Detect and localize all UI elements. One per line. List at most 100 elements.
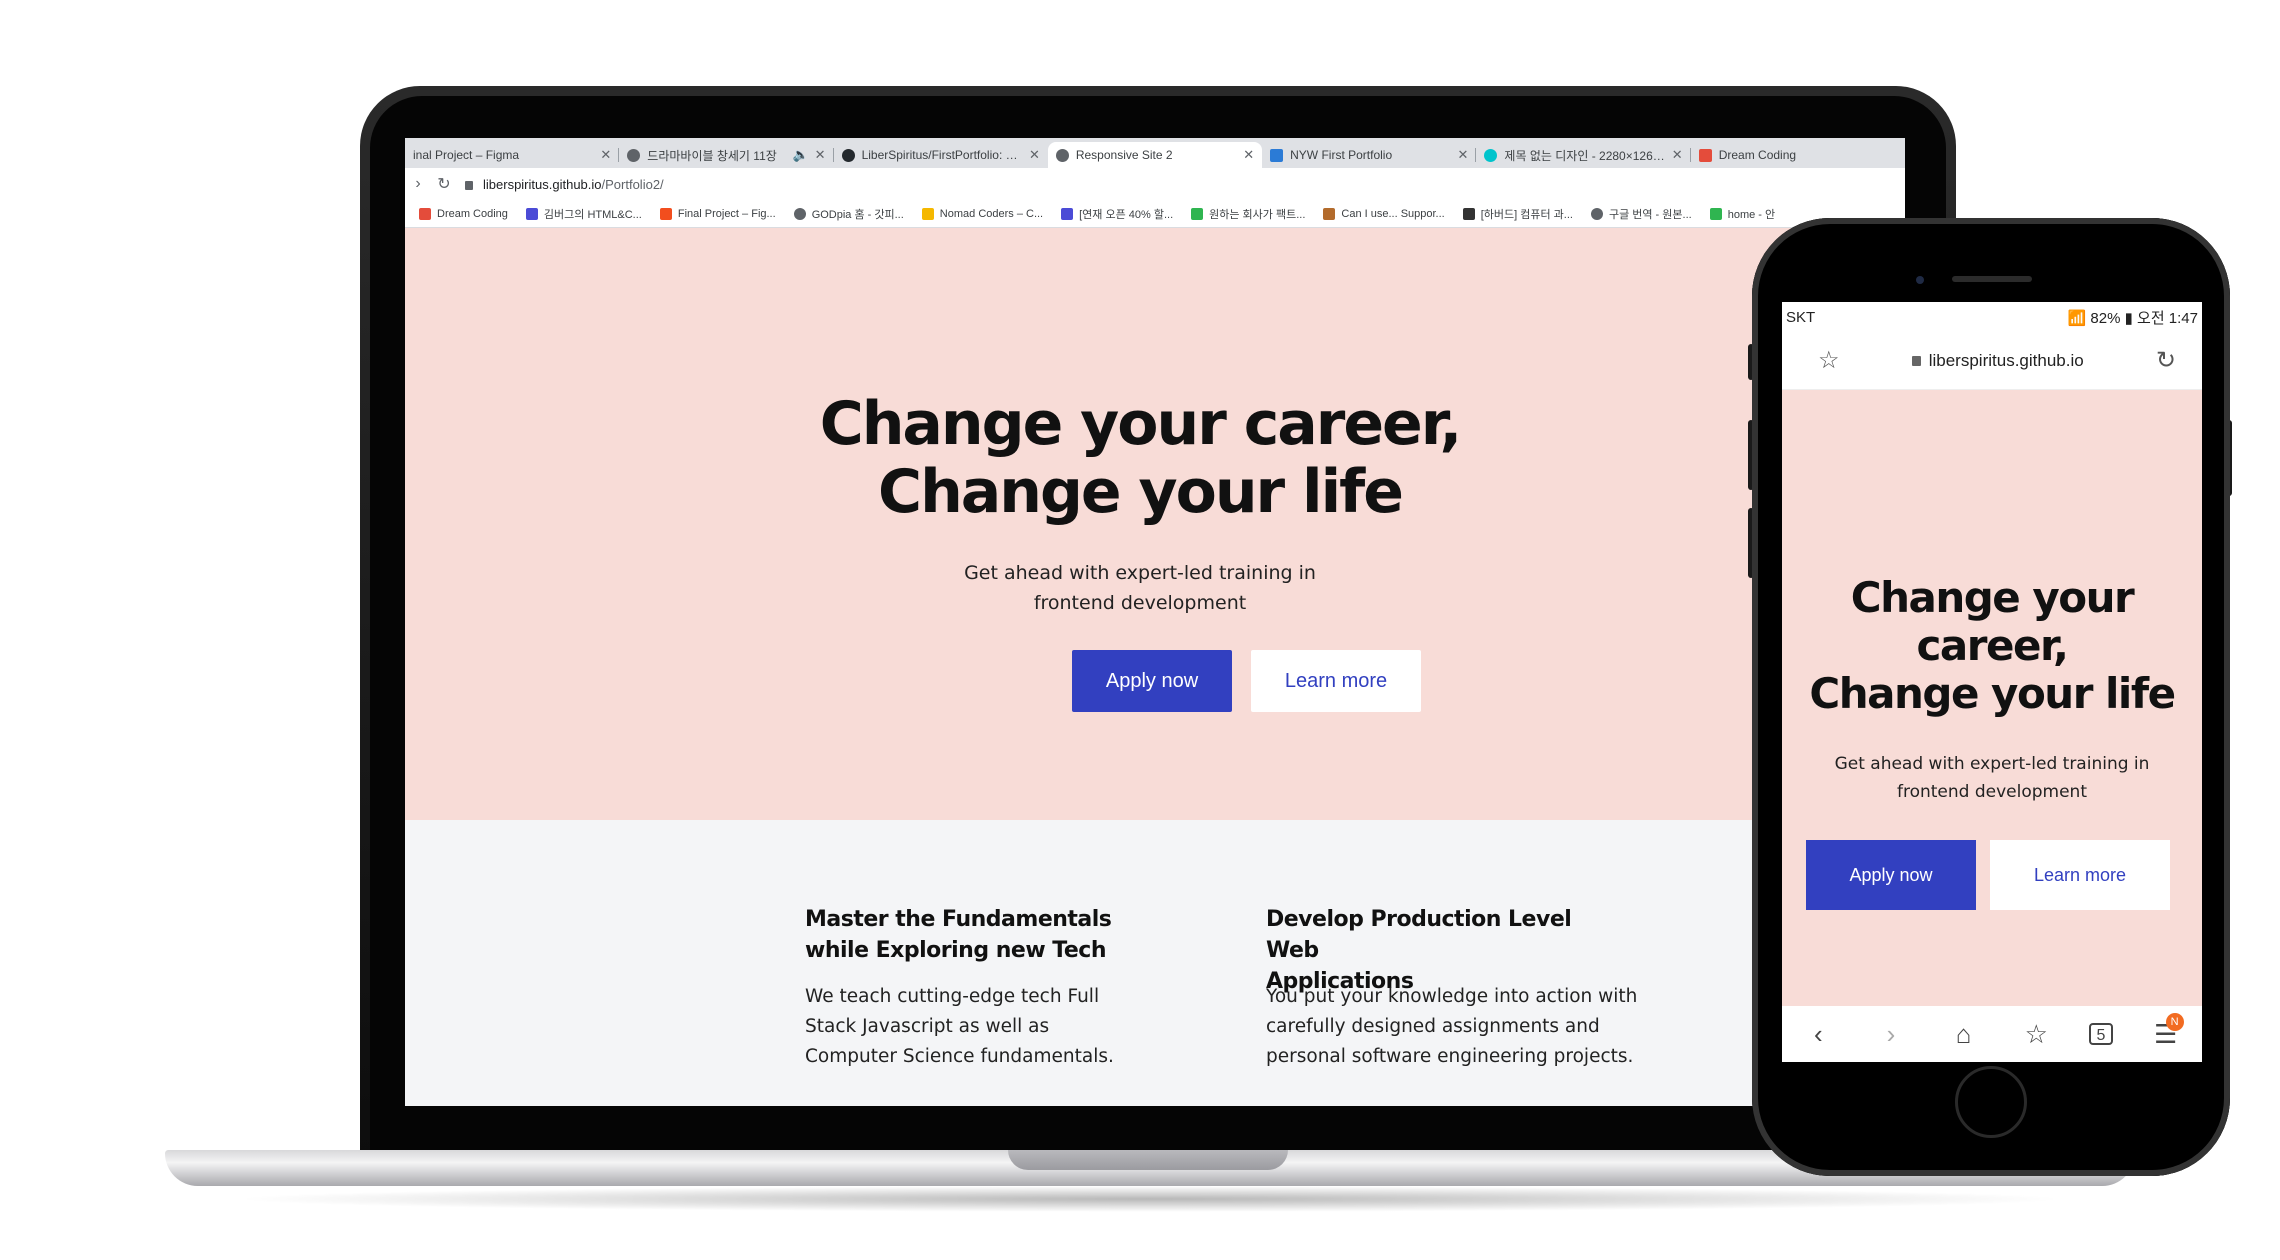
bookmark-label: GODpia 홈 - 갓피... [811, 208, 904, 221]
feature-desc-line: personal software engineering projects. [1266, 1046, 1634, 1067]
laptop-notch [1008, 1150, 1288, 1170]
tab-title: inal Project – Figma [413, 148, 520, 162]
status-right: 📶 82% ▮ 오전 1:47 [2068, 307, 2198, 328]
mobile-apply-now-button[interactable]: Apply now [1806, 840, 1976, 910]
bookmark-star-icon[interactable]: ☆ [2016, 1019, 2056, 1050]
browser-tab-strip: inal Project – Figma ✕ 드라마바이블 창세기 11장 🔈 … [405, 138, 1905, 168]
laptop-screen: inal Project – Figma ✕ 드라마바이블 창세기 11장 🔈 … [405, 138, 1905, 1106]
nomad-coders-icon [921, 207, 934, 220]
mobile-url-text: liberspiritus.github.io [1928, 350, 2084, 370]
menu-icon[interactable]: ☰ N [2146, 1012, 2186, 1050]
star-icon[interactable]: ☆ [1818, 346, 1840, 375]
learn-more-button[interactable]: Learn more [1251, 650, 1421, 712]
bookmark-label: 김버그의 HTML&C... [543, 208, 642, 221]
globe-icon [1590, 207, 1603, 220]
bookmark[interactable]: Nomad Coders – C... [921, 207, 1044, 220]
browser-tab[interactable]: inal Project – Figma ✕ [405, 142, 620, 168]
mobile-address-bar: ☆ liberspiritus.github.io ↻ [1782, 332, 2202, 390]
home-button[interactable] [1955, 1066, 2027, 1138]
feature-desc-line: Stack Javascript as well as [805, 1016, 1050, 1037]
bookmark[interactable]: Can I use... Suppor... [1323, 207, 1445, 220]
globe-icon [1055, 148, 1069, 162]
reload-icon[interactable]: ↻ [2156, 346, 2176, 375]
battery-label: 82% [2090, 309, 2121, 327]
feature-title: Master the Fundamentals while Exploring … [805, 904, 1145, 966]
hero-title-line: Change your career, [819, 389, 1463, 459]
home-icon[interactable]: ⌂ [1944, 1019, 1984, 1050]
laptop-shadow [230, 1186, 2070, 1212]
mobile-hero-subtitle-line: frontend development [1896, 782, 2087, 802]
reload-icon[interactable]: ↻ [431, 174, 457, 194]
bookmark[interactable]: 김버그의 HTML&C... [525, 206, 642, 222]
browser-tab[interactable]: 제목 없는 디자인 - 2280×1260p ✕ [1476, 142, 1691, 168]
bookmark-icon [1462, 207, 1475, 220]
camera-icon [1916, 276, 1924, 284]
browser-tab-active[interactable]: Responsive Site 2 ✕ [1047, 142, 1263, 168]
tab-title: LiberSpiritus/FirstPortfolio: NYW [861, 148, 1023, 162]
caniuse-icon [1323, 207, 1336, 220]
hero-title: Change your career, Change your life [405, 390, 1875, 526]
url-host: liberspiritus.github.io [483, 176, 602, 192]
phone-screen: SKT 📶 82% ▮ 오전 1:47 ☆ liberspiritus.gith… [1782, 302, 2202, 1062]
feature-desc-line: You put your knowledge into action with [1266, 986, 1638, 1007]
bookmark[interactable]: 원하는 회사가 팩트... [1191, 206, 1305, 222]
close-icon[interactable]: ✕ [1243, 147, 1254, 163]
bookmark-label: [연재 오픈 40% 할... [1079, 208, 1174, 221]
browser-tab[interactable]: NYW First Portfolio ✕ [1262, 142, 1477, 168]
hero-subtitle-line: Get ahead with expert-led training in [964, 562, 1316, 584]
tab-title: NYW First Portfolio [1290, 148, 1393, 162]
bookmark[interactable]: GODpia 홈 - 갓피... [793, 206, 904, 222]
close-icon[interactable]: ✕ [600, 147, 611, 163]
bookmark-label: Can I use... Suppor... [1341, 207, 1445, 220]
status-bar: SKT 📶 82% ▮ 오전 1:47 [1782, 302, 2202, 332]
bookmark-label: Dream Coding [437, 207, 508, 220]
mobile-hero-title: Change your career, Change your life [1782, 574, 2202, 718]
tabs-icon[interactable]: 5 [2088, 1023, 2113, 1045]
mobile-hero-title-line: Change your [1850, 573, 2135, 622]
battery-icon: ▮ [2124, 309, 2133, 327]
close-icon[interactable]: ✕ [815, 147, 826, 163]
apply-now-button[interactable]: Apply now [1072, 650, 1232, 712]
bookmark-label: Final Project – Fig... [677, 207, 776, 220]
feature-description: You put your knowledge into action with … [1266, 982, 1646, 1072]
address-bar[interactable]: liberspiritus.github.io/Portfolio2/ [465, 172, 664, 196]
feature-desc-line: Computer Science fundamentals. [805, 1046, 1114, 1067]
bookmark-label: [하버드] 컴퓨터 과... [1480, 208, 1573, 221]
close-icon[interactable]: ✕ [1672, 147, 1683, 163]
feature-description: We teach cutting-edge tech Full Stack Ja… [805, 982, 1145, 1072]
mobile-url[interactable]: liberspiritus.github.io [1911, 350, 2084, 371]
close-icon[interactable]: ✕ [1458, 147, 1469, 163]
browser-tab[interactable]: 드라마바이블 창세기 11장 🔈 ✕ [619, 142, 834, 168]
bookmark[interactable]: Final Project – Fig... [659, 207, 776, 220]
lock-icon [465, 180, 473, 190]
mobile-hero-subtitle-line: Get ahead with expert-led training in [1834, 754, 2150, 774]
mobile-learn-more-button[interactable]: Learn more [1990, 840, 2170, 910]
tab-title: 제목 없는 디자인 - 2280×1260p [1504, 148, 1666, 163]
chat-icon [1191, 207, 1204, 220]
forward-icon[interactable]: › [405, 175, 431, 193]
clock-label: 오전 1:47 [2137, 309, 2198, 327]
phone-speaker [1952, 276, 2032, 282]
back-icon[interactable]: ‹ [1798, 1019, 1838, 1050]
browser-tab[interactable]: Dream Coding [1691, 142, 1905, 168]
bookmark[interactable]: home - 안 [1709, 206, 1776, 222]
bookmark-icon [525, 207, 538, 220]
bookmark[interactable]: 구글 번역 - 원본... [1590, 206, 1692, 222]
bookmark[interactable]: [연재 오픈 40% 할... [1061, 206, 1173, 222]
mute-icon[interactable]: 🔈 [792, 147, 808, 163]
bookmark[interactable]: [하버드] 컴퓨터 과... [1462, 206, 1573, 222]
hero-title-line: Change your life [878, 457, 1404, 527]
features-section [405, 820, 1905, 1106]
dream-coding-icon [1698, 148, 1712, 162]
mobile-nav-bar: ‹ › ⌂ ☆ 5 ☰ N [1782, 1006, 2202, 1062]
forward-icon[interactable]: › [1871, 1019, 1911, 1050]
bookmark-label: Nomad Coders – C... [939, 207, 1044, 220]
close-icon[interactable]: ✕ [1029, 147, 1040, 163]
portfolio-icon [1270, 148, 1284, 162]
bookmark[interactable]: Dream Coding [419, 207, 508, 220]
lock-icon [1911, 355, 1921, 366]
mobile-hero-title-line: career, [1916, 621, 2069, 670]
browser-tab[interactable]: LiberSpiritus/FirstPortfolio: NYW ✕ [834, 142, 1048, 168]
bookmark-label: 원하는 회사가 팩트... [1209, 208, 1306, 221]
bookmark-label: home - 안 [1727, 208, 1776, 221]
